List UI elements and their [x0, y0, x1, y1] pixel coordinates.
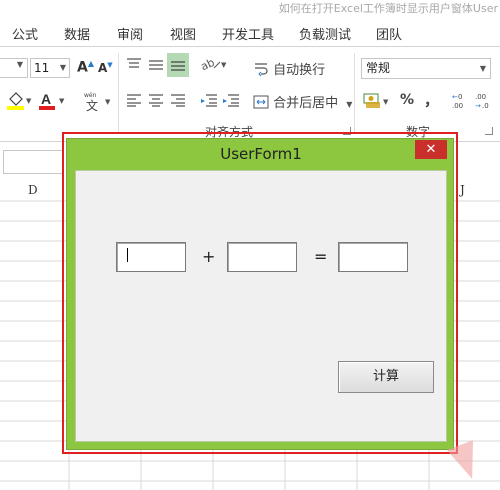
font-color-icon[interactable]: A ▼ [38, 91, 66, 115]
tab-data[interactable]: 数据 [64, 24, 90, 43]
svg-text:0: 0 [458, 93, 462, 101]
userform-client-area: + = 计算 [75, 170, 447, 442]
align-right-icon[interactable] [170, 93, 186, 111]
phonetic-icon[interactable]: wén 文 ▼ [82, 89, 112, 117]
svg-text:文: 文 [86, 98, 98, 113]
paint-bucket-icon: ▼ [7, 92, 32, 110]
svg-text:▼: ▼ [221, 61, 227, 69]
font-size-value: 11 [34, 61, 50, 75]
decrease-indent-icon[interactable] [200, 93, 218, 111]
svg-text:.0: .0 [482, 102, 489, 110]
title-bar: 如何在打开Excel工作簿时显示用户窗体User [0, 0, 500, 16]
chevron-down-icon: ▼ [479, 64, 486, 73]
orientation-icon[interactable]: ab ▼ [199, 55, 228, 77]
font-size-dropdown[interactable]: 11 ▼ [30, 58, 70, 78]
separator [118, 53, 119, 133]
svg-text:.00: .00 [475, 93, 486, 101]
wen-icon: wén文 ▼ [84, 92, 111, 113]
svg-text:▼: ▼ [59, 97, 65, 105]
textbox-operand-2[interactable] [227, 242, 297, 272]
svg-text:.00: .00 [452, 102, 463, 110]
tab-team[interactable]: 团队 [376, 24, 402, 43]
number-format-dropdown[interactable]: 常规 ▼ [361, 58, 491, 79]
document-title: 如何在打开Excel工作簿时显示用户窗体User [278, 2, 498, 15]
chevron-down-icon: ▼ [346, 100, 353, 109]
tab-view[interactable]: 视图 [170, 24, 196, 43]
font-color-a-icon: A ▼ [39, 91, 65, 110]
column-header-j[interactable]: J [460, 183, 465, 197]
tab-review[interactable]: 审阅 [117, 24, 143, 43]
userform-title: UserForm1 [220, 145, 302, 163]
svg-text:▼: ▼ [383, 98, 389, 106]
align-bottom-icon[interactable] [167, 53, 189, 77]
tab-load-test[interactable]: 负载测试 [299, 24, 351, 43]
merge-center-label: 合并后居中 [273, 96, 339, 111]
number-dialog-launcher-icon[interactable] [485, 127, 493, 135]
userform-window: UserForm1 ✕ + = 计算 [66, 138, 454, 450]
equals-label: = [314, 247, 328, 266]
svg-text:wén: wén [84, 92, 97, 99]
textbox-operand-1[interactable] [116, 242, 186, 272]
tab-developer[interactable]: 开发工具 [222, 24, 274, 43]
close-icon: ✕ [425, 142, 437, 157]
svg-text:A: A [41, 91, 51, 107]
textbox-result[interactable] [338, 242, 408, 272]
increase-decimal-icon[interactable]: ← 0.00 [451, 91, 473, 115]
svg-text:→: → [475, 102, 481, 110]
merge-center-button[interactable]: 合并后居中 ▼ [253, 92, 352, 111]
align-middle-icon[interactable] [148, 57, 164, 75]
fill-color-icon[interactable]: ▼ [6, 91, 32, 115]
name-box[interactable] [3, 150, 63, 174]
grow-font-icon[interactable]: A▲ [77, 59, 94, 76]
close-button[interactable]: ✕ [415, 140, 447, 159]
align-top-icon[interactable] [126, 57, 142, 75]
decrease-decimal-icon[interactable]: .00 → .0 [474, 91, 496, 115]
wrap-text-icon [255, 63, 268, 77]
align-center-icon[interactable] [148, 93, 164, 111]
increase-indent-icon[interactable] [222, 93, 240, 111]
ribbon: ▼ 11 ▼ A▲ A▼ ▼ A ▼ wén 文 ▼ ab ▼ 自动换行 合并后… [0, 46, 500, 142]
accounting-format-icon[interactable]: ▼ [362, 91, 392, 115]
svg-text:▼: ▼ [26, 97, 32, 105]
column-header-d[interactable]: D [28, 183, 38, 197]
ribbon-tab-bar: 公式 数据 审阅 视图 开发工具 负载测试 团队 [0, 18, 500, 46]
chevron-down-icon: ▼ [16, 60, 23, 69]
align-left-icon[interactable] [126, 93, 142, 111]
number-format-value: 常规 [366, 61, 391, 75]
wrap-text-button[interactable]: 自动换行 [253, 59, 325, 78]
wrap-text-label: 自动换行 [273, 63, 326, 78]
separator [354, 53, 355, 133]
excel-window: 如何在打开Excel工作簿时显示用户窗体User 公式 数据 审阅 视图 开发工… [0, 0, 500, 490]
comma-style-icon[interactable]: ， [424, 89, 439, 110]
font-name-dropdown[interactable]: ▼ [0, 58, 28, 78]
tab-formulas[interactable]: 公式 [12, 24, 38, 43]
chevron-down-icon: ▼ [59, 63, 66, 72]
plus-label: + [202, 247, 216, 266]
merge-cells-icon [253, 95, 269, 109]
calculate-button[interactable]: 计算 [338, 361, 434, 393]
svg-text:ab: ab [200, 56, 217, 73]
percent-style-icon[interactable]: % [400, 92, 414, 108]
svg-text:▼: ▼ [105, 98, 111, 106]
text-caret [127, 248, 128, 262]
shrink-font-icon[interactable]: A▼ [98, 61, 113, 75]
